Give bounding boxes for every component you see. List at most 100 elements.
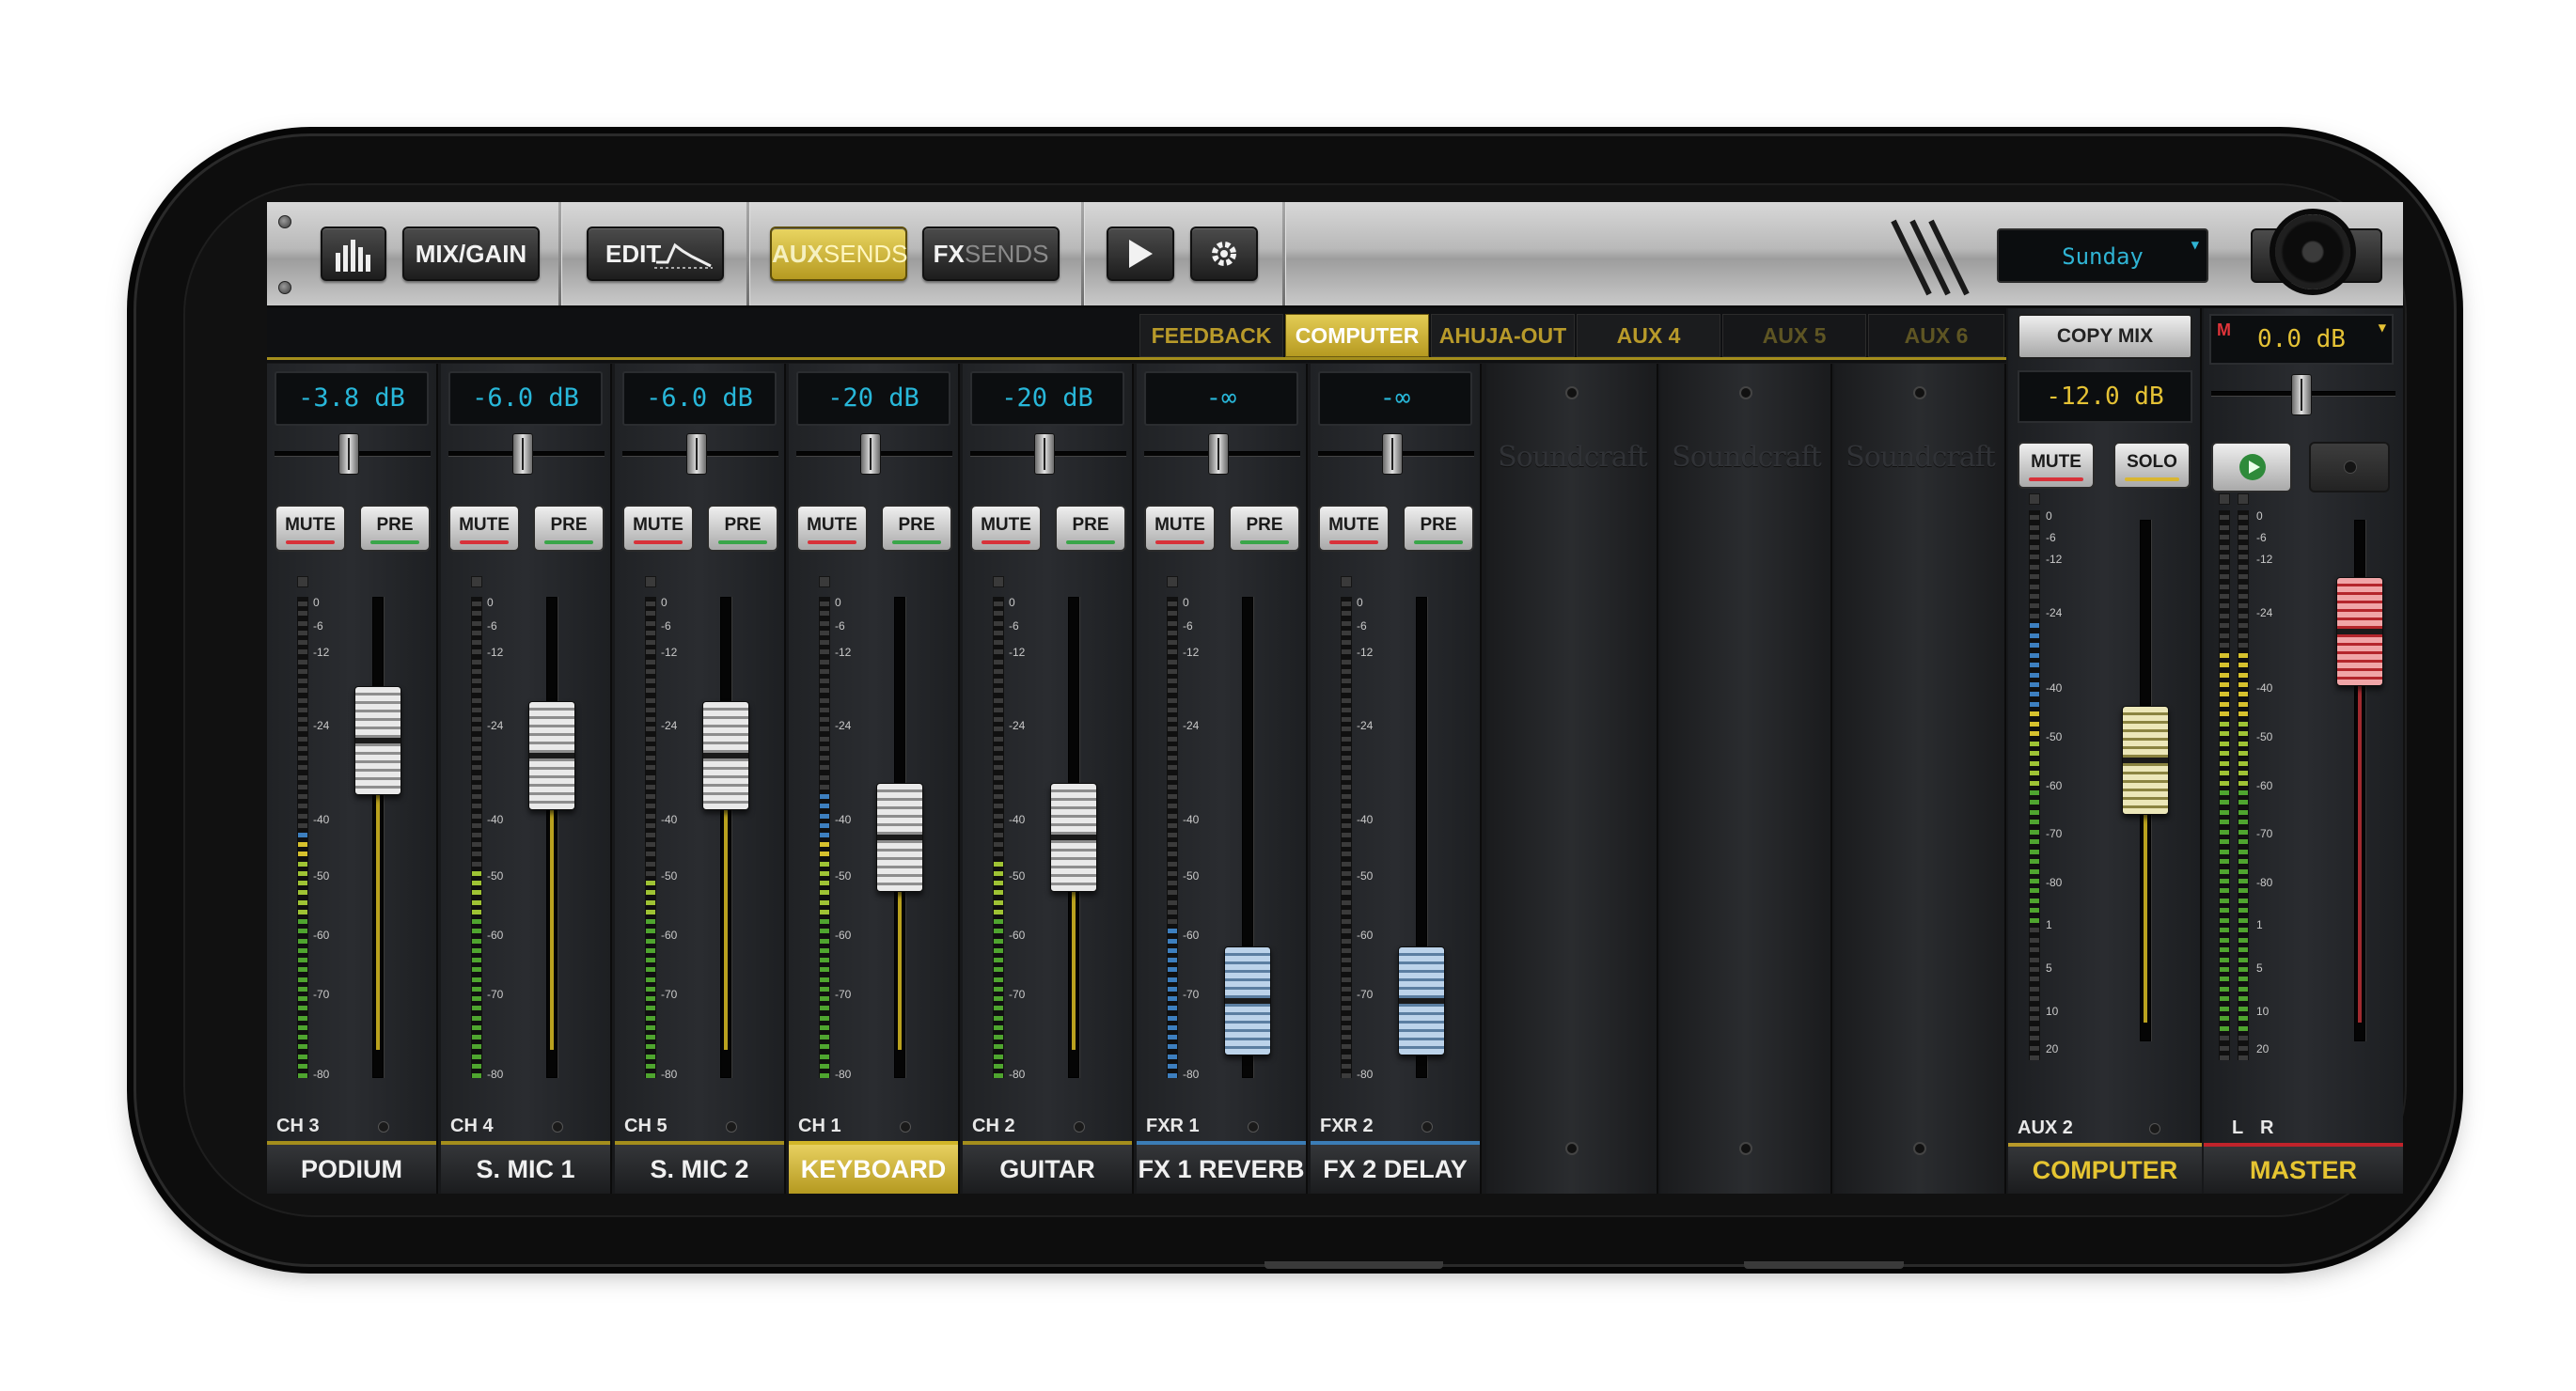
level-display[interactable]: -3.8 dB — [275, 371, 429, 426]
meter-scale-tick: -24 — [487, 718, 504, 732]
meter-segment — [1342, 890, 1351, 896]
tab-aux-5[interactable]: AUX 5 — [1722, 314, 1866, 357]
edit-button[interactable]: EDIT — [587, 227, 724, 281]
level-display[interactable]: -∞ — [1318, 371, 1472, 426]
fader-cap[interactable] — [702, 700, 749, 810]
aux-solo-button[interactable]: SOLO — [2113, 442, 2191, 489]
meter-scale-tick: 5 — [2046, 961, 2052, 976]
fader-cap[interactable] — [1224, 946, 1271, 1056]
fader-cap[interactable] — [1050, 783, 1097, 892]
pre-button[interactable]: PRE — [359, 505, 431, 552]
mute-button[interactable]: MUTE — [622, 505, 694, 552]
mute-button[interactable]: MUTE — [1144, 505, 1216, 552]
mute-button[interactable]: MUTE — [796, 505, 868, 552]
tab-feedback[interactable]: FEEDBACK — [1139, 314, 1283, 357]
level-display[interactable]: -6.0 dB — [622, 371, 777, 426]
meter-segment — [1168, 1006, 1177, 1011]
meter-segment — [2030, 957, 2039, 962]
copy-mix-button[interactable]: COPY MIX — [2018, 314, 2192, 359]
player-button[interactable] — [1107, 227, 1174, 281]
channel-name[interactable]: S. MIC 1 — [441, 1145, 610, 1194]
pre-button[interactable]: PRE — [881, 505, 952, 552]
select-dot[interactable] — [726, 1121, 737, 1133]
pan-knob[interactable] — [1382, 433, 1403, 475]
meter-segment — [1168, 1063, 1177, 1069]
select-dot[interactable] — [900, 1121, 911, 1133]
meters-view-button[interactable] — [321, 227, 386, 281]
meter-segment — [646, 899, 655, 905]
aux-select-dot[interactable] — [2149, 1123, 2160, 1134]
select-dot[interactable] — [1074, 1121, 1085, 1133]
meter-segment — [646, 707, 655, 712]
meter-segment — [298, 765, 307, 771]
fader-cap[interactable] — [876, 783, 923, 892]
pan-knob[interactable] — [512, 433, 533, 475]
mute-button[interactable]: MUTE — [1318, 505, 1390, 552]
meter-segment — [994, 977, 1003, 982]
aux-name-plate[interactable]: COMPUTER — [2008, 1147, 2202, 1194]
meter-segment — [2238, 820, 2248, 825]
meter-segment — [1342, 1024, 1351, 1030]
media-play-button[interactable] — [2211, 442, 2292, 492]
aux-sends-button[interactable]: AUXSENDS — [770, 227, 907, 281]
meter-segment — [298, 611, 307, 617]
aux-level-display[interactable]: -12.0 dB — [2018, 370, 2192, 423]
pre-button[interactable]: PRE — [707, 505, 778, 552]
channel-name[interactable]: FX 1 REVERB — [1137, 1145, 1306, 1194]
fader-cap[interactable] — [2336, 577, 2383, 687]
fader-cap[interactable] — [354, 686, 401, 796]
meter-segment — [994, 649, 1003, 655]
level-display[interactable]: -20 dB — [970, 371, 1124, 426]
select-dot[interactable] — [378, 1121, 389, 1133]
pan-knob[interactable] — [860, 433, 881, 475]
meter-segment — [1168, 1024, 1177, 1030]
fx-sends-button[interactable]: FXSENDS — [922, 227, 1060, 281]
media-record-button[interactable] — [2309, 442, 2390, 492]
meter-segment — [1342, 774, 1351, 780]
tab-computer[interactable]: COMPUTER — [1285, 314, 1429, 357]
mute-button[interactable]: MUTE — [448, 505, 520, 552]
select-dot[interactable] — [552, 1121, 563, 1133]
channel-name[interactable]: GUITAR — [963, 1145, 1132, 1194]
settings-button[interactable] — [1190, 227, 1258, 281]
pan-knob[interactable] — [1034, 433, 1055, 475]
mute-button[interactable]: MUTE — [970, 505, 1042, 552]
master-name-plate[interactable]: MASTER — [2204, 1147, 2403, 1194]
meter-segment — [2030, 789, 2039, 795]
mute-button[interactable]: MUTE — [275, 505, 346, 552]
level-display[interactable]: -6.0 dB — [448, 371, 603, 426]
pre-button[interactable]: PRE — [533, 505, 605, 552]
level-display[interactable]: -∞ — [1144, 371, 1298, 426]
channel-name[interactable]: PODIUM — [267, 1145, 436, 1194]
mix-gain-button[interactable]: MIX/GAIN — [402, 227, 540, 281]
meter-segment — [1168, 842, 1177, 848]
tab-ahuja-out[interactable]: AHUJA-OUT — [1431, 314, 1575, 357]
fader-cap[interactable] — [1398, 946, 1445, 1056]
channel-name[interactable]: S. MIC 2 — [615, 1145, 784, 1194]
show-select[interactable]: Sunday ▼ — [1997, 228, 2208, 283]
level-display[interactable]: -20 dB — [796, 371, 950, 426]
meter-segment — [646, 745, 655, 751]
meter-segment — [472, 1006, 481, 1011]
select-dot[interactable] — [1248, 1121, 1259, 1133]
pan-knob[interactable] — [338, 433, 359, 475]
aux-tabs-bar: FEEDBACK COMPUTER AHUJA-OUT AUX 4 AUX 5 … — [267, 308, 2006, 363]
channel-name[interactable]: KEYBOARD — [789, 1145, 958, 1194]
pan-knob[interactable] — [686, 433, 707, 475]
meter-segment — [2238, 701, 2248, 707]
tab-aux-4[interactable]: AUX 4 — [1577, 314, 1720, 357]
fader-cap[interactable] — [528, 700, 575, 810]
select-dot[interactable] — [1422, 1121, 1433, 1133]
pre-button[interactable]: PRE — [1229, 505, 1300, 552]
aux-mute-button[interactable]: MUTE — [2018, 442, 2095, 489]
master-level-display[interactable]: M 0.0 dB ▼ — [2209, 314, 2394, 365]
meter-segment — [646, 1015, 655, 1021]
pre-indicator — [718, 540, 767, 544]
pre-button[interactable]: PRE — [1403, 505, 1474, 552]
channel-name[interactable]: FX 2 DELAY — [1311, 1145, 1480, 1194]
pre-button[interactable]: PRE — [1055, 505, 1126, 552]
fader-cap[interactable] — [2122, 705, 2169, 815]
tab-aux-6[interactable]: AUX 6 — [1868, 314, 2004, 357]
master-balance-knob[interactable] — [2291, 374, 2312, 415]
pan-knob[interactable] — [1208, 433, 1229, 475]
